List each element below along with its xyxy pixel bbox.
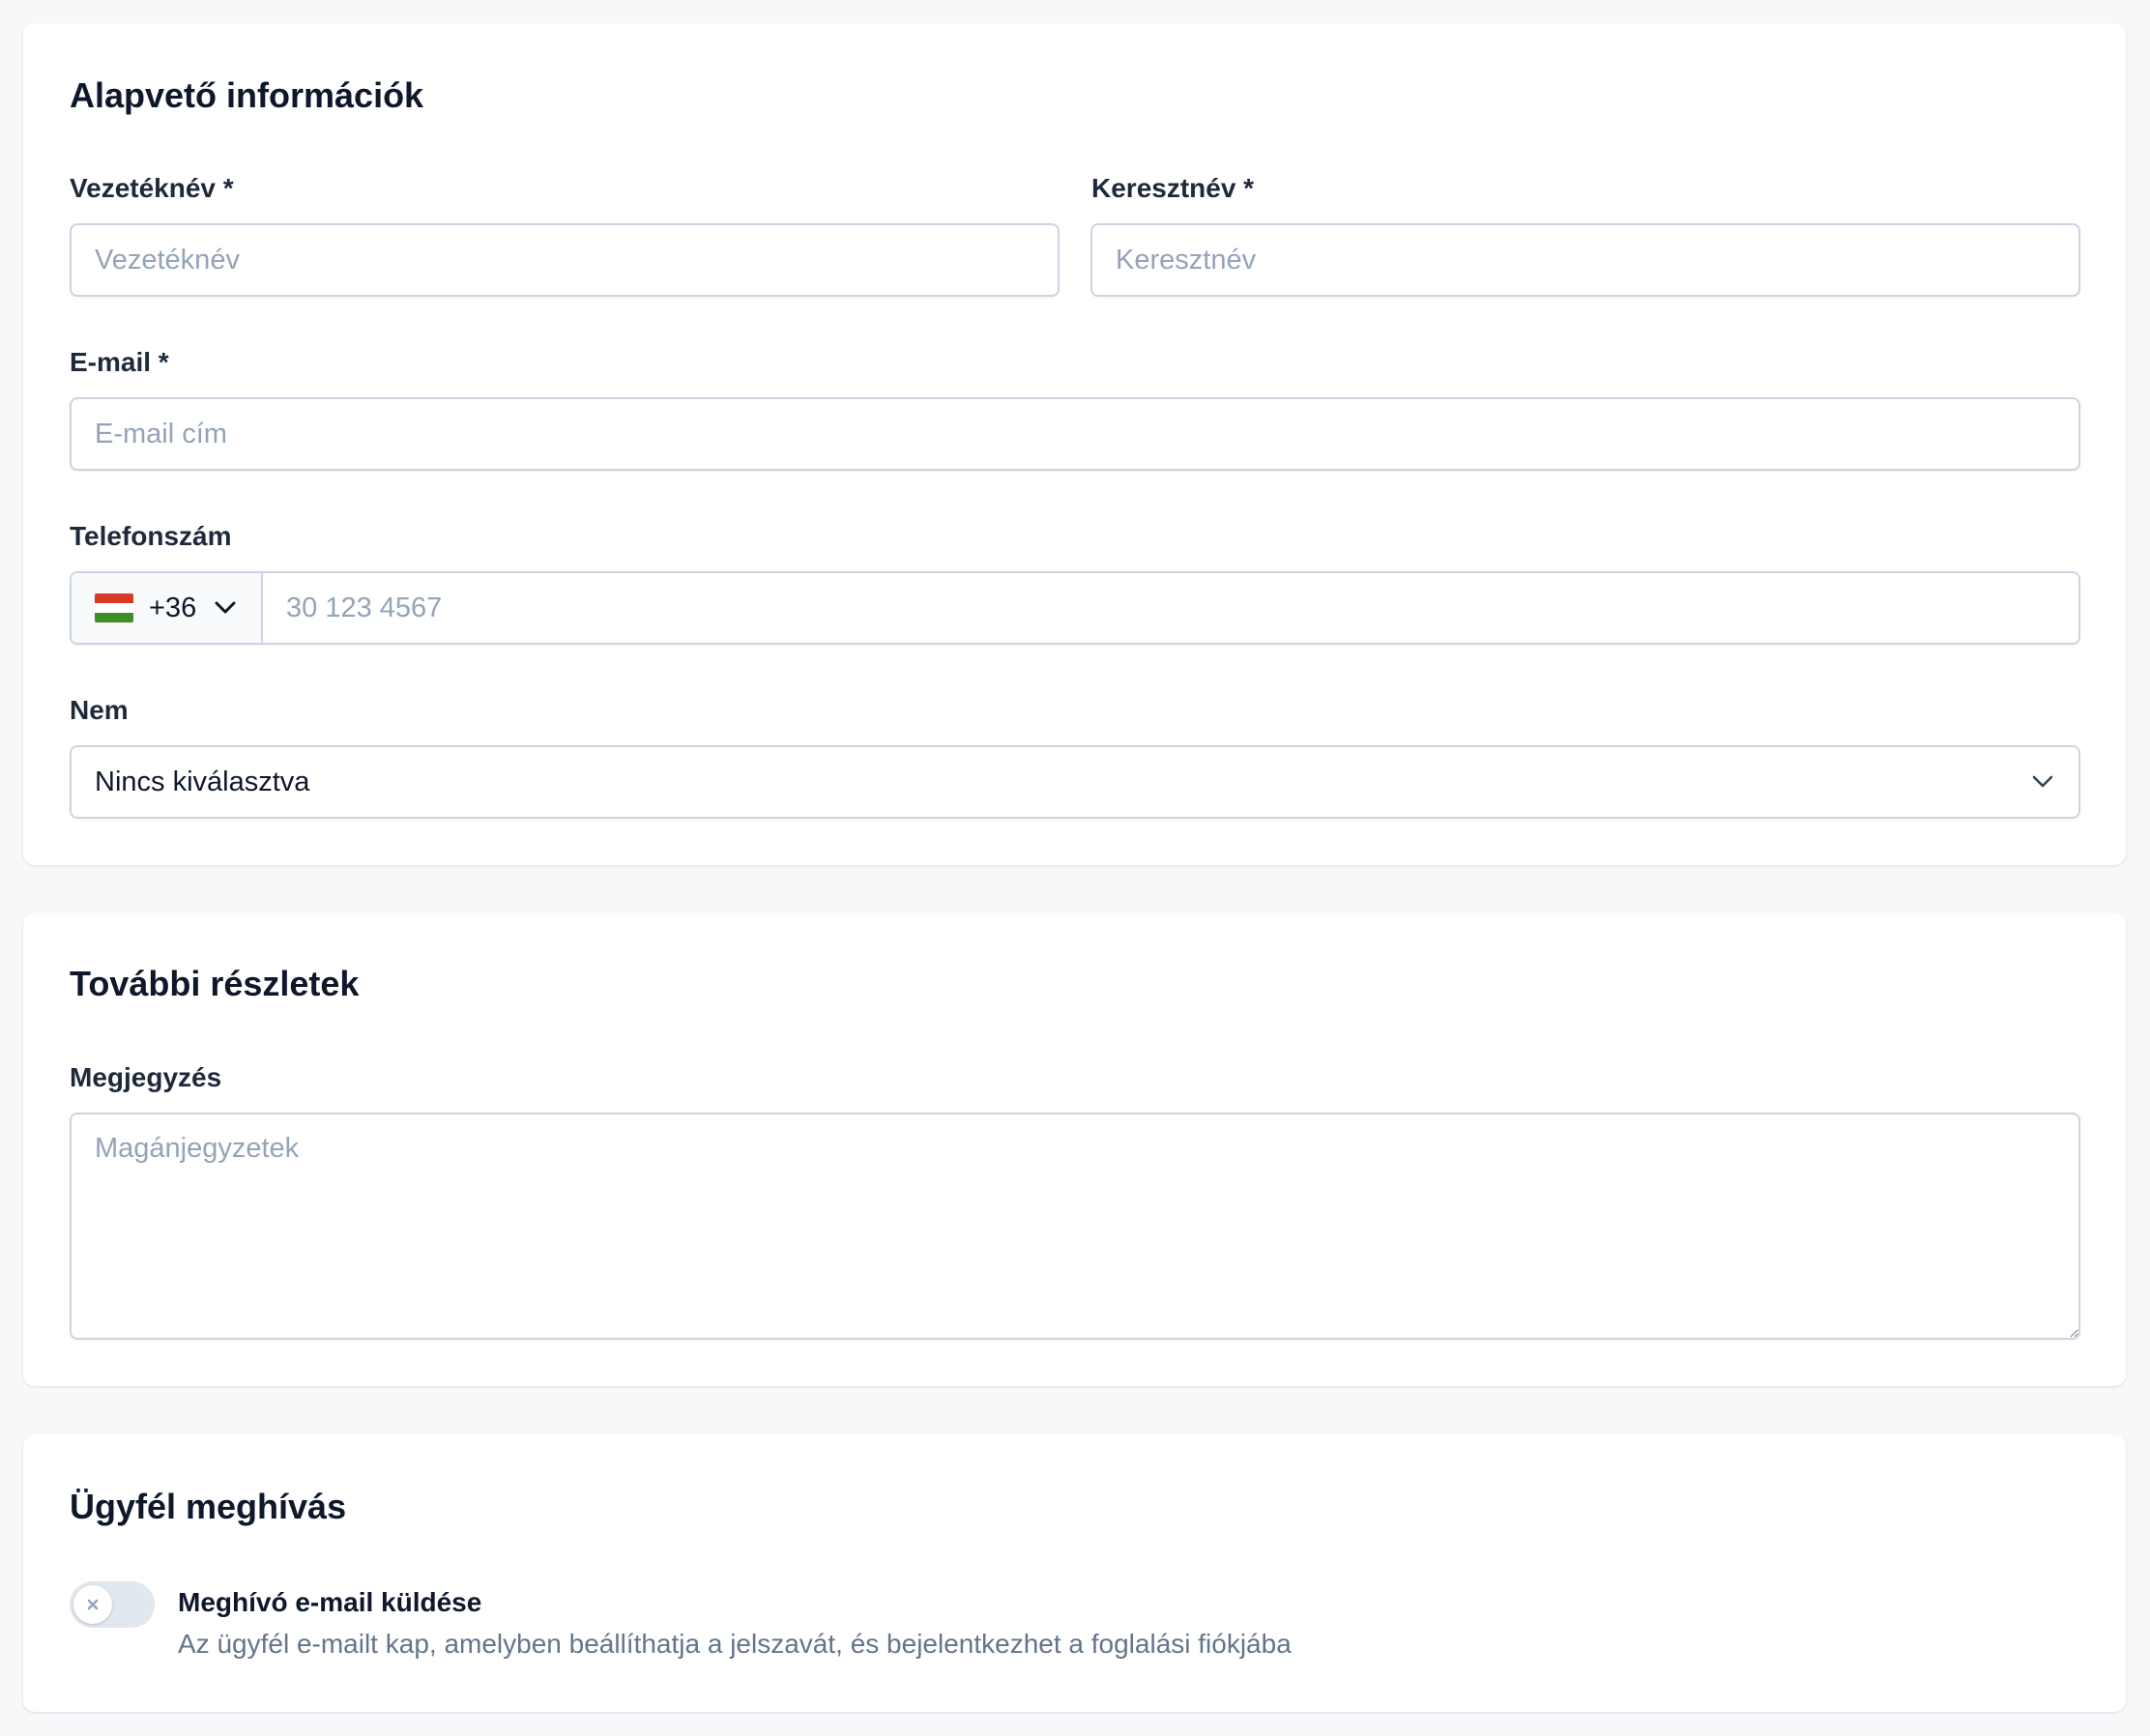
chevron-down-icon [2030, 769, 2055, 795]
basic-info-card: Alapvető információk Vezetéknév * Keresz… [23, 23, 2126, 865]
note-textarea[interactable] [70, 1113, 2080, 1340]
close-icon [87, 1599, 99, 1610]
details-title: További részletek [70, 964, 360, 1003]
gender-select[interactable]: Nincs kiválasztva [70, 745, 2080, 819]
gender-label: Nem [70, 695, 129, 725]
phone-input[interactable] [263, 573, 2078, 643]
invite-card: Ügyfél meghívás Meghívó e-mail küldése A… [23, 1434, 2126, 1712]
hungary-flag-icon [95, 593, 133, 622]
first-name-input[interactable] [1090, 223, 2080, 297]
chevron-down-icon [214, 596, 237, 620]
email-input[interactable] [70, 397, 2080, 471]
invite-email-label: Meghívó e-mail küldése [178, 1587, 482, 1617]
phone-label: Telefonszám [70, 521, 232, 551]
toggle-knob [73, 1585, 112, 1624]
invite-email-description: Az ügyfél e-mailt kap, amelyben beállíth… [178, 1629, 1292, 1659]
basic-info-title: Alapvető információk [70, 75, 424, 115]
email-label: E-mail * [70, 347, 169, 377]
country-code-value: +36 [149, 592, 197, 623]
gender-selected-value: Nincs kiválasztva [95, 766, 310, 797]
details-card: További részletek Megjegyzés [23, 912, 2126, 1386]
phone-field: +36 [70, 571, 2080, 645]
invite-email-toggle[interactable] [70, 1581, 155, 1628]
last-name-input[interactable] [70, 223, 1060, 297]
invite-title: Ügyfél meghívás [70, 1487, 347, 1526]
note-label: Megjegyzés [70, 1062, 222, 1092]
first-name-label: Keresztnév * [1091, 173, 1255, 203]
country-code-select[interactable]: +36 [72, 573, 263, 643]
last-name-label: Vezetéknév * [70, 173, 234, 203]
